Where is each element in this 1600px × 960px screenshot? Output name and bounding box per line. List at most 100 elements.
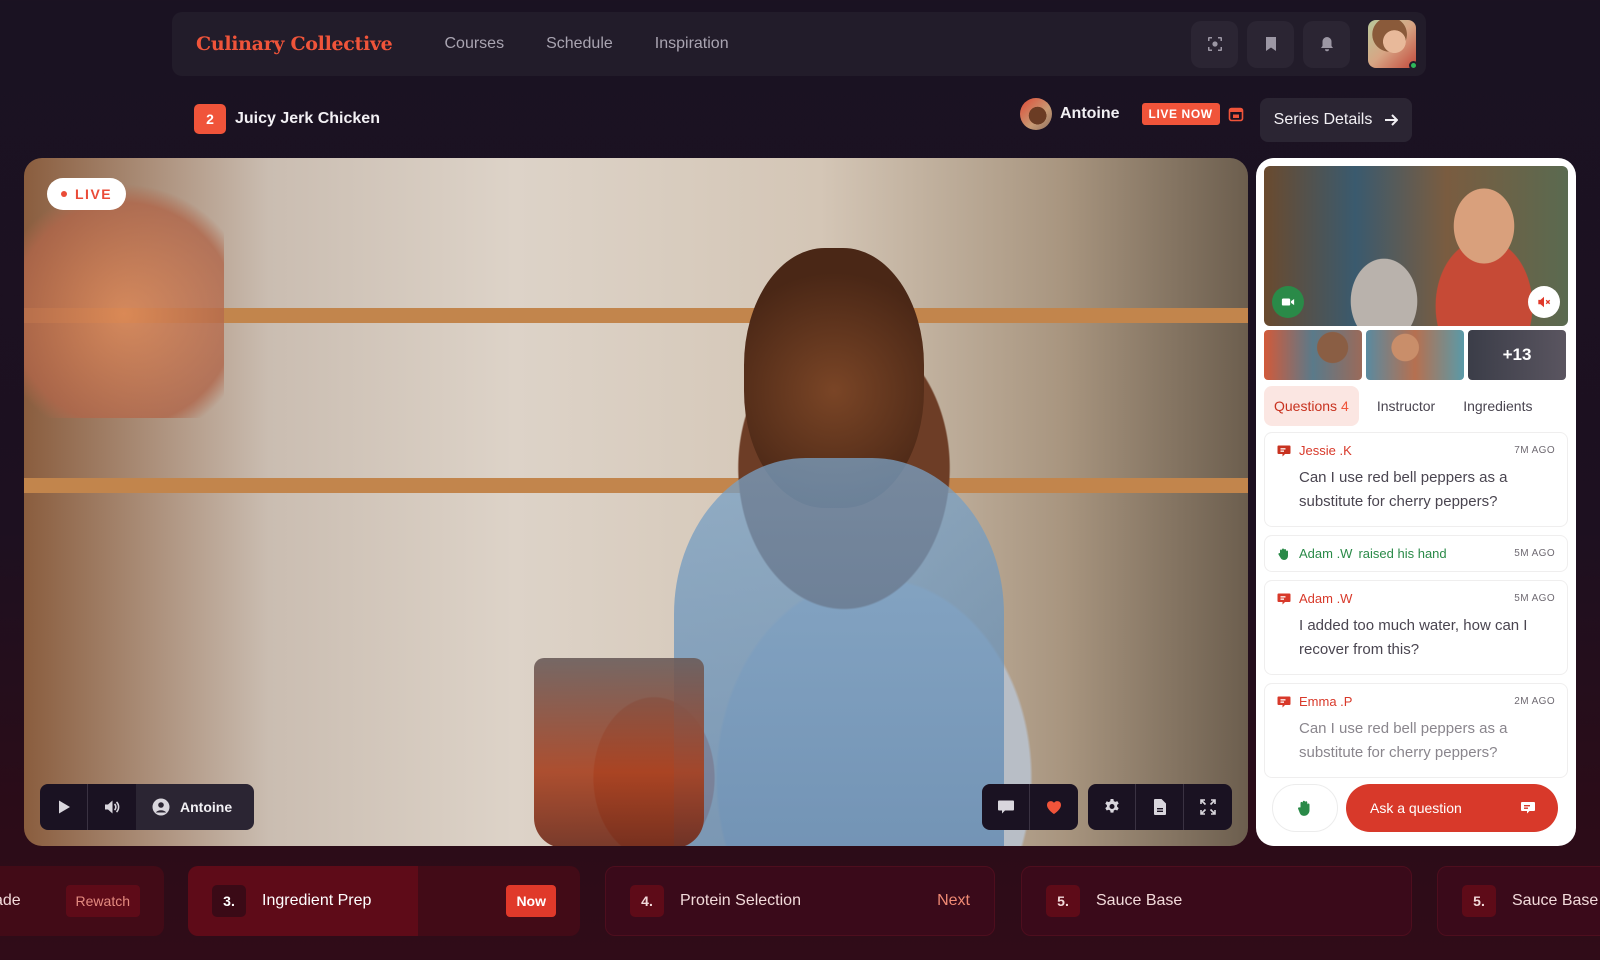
like-button[interactable] [1030, 784, 1078, 830]
mute-toggle-button[interactable] [1528, 286, 1560, 318]
presenter-chip[interactable]: Antoine [136, 784, 255, 830]
focus-icon [1207, 37, 1222, 51]
user-avatar[interactable] [1368, 20, 1418, 70]
step-label: Sauce Base [1096, 892, 1183, 909]
question-actions: Ask a question [1272, 784, 1558, 832]
question-time: 2M AGO [1514, 696, 1555, 707]
player-controls-left: Antoine [40, 784, 255, 830]
question-bubble-icon [1277, 696, 1291, 707]
brand-logo[interactable]: Culinary Collective [196, 33, 393, 55]
nav-links: Courses Schedule Inspiration [444, 35, 728, 53]
presenter-name: Antoine [180, 799, 233, 815]
notifications-button[interactable] [1303, 20, 1350, 68]
question-author: Emma .P [1299, 694, 1353, 709]
camera-toggle-button[interactable] [1272, 286, 1304, 318]
timeline-step-upcoming[interactable]: 5. Sauce Base [1021, 866, 1412, 936]
nav-link-inspiration[interactable]: Inspiration [655, 35, 729, 53]
volume-icon [105, 800, 120, 814]
live-now-badge: LIVE NOW [1141, 103, 1220, 125]
fullscreen-button[interactable] [1184, 784, 1232, 830]
question-time: 7M AGO [1514, 445, 1555, 456]
question-bubble-icon [1521, 802, 1535, 814]
video-blender [534, 658, 704, 846]
more-participants-count: +13 [1502, 345, 1532, 364]
live-indicator: LIVE [47, 178, 127, 210]
step-number: 5. [1046, 885, 1080, 917]
questions-list: Jessie .K 7M AGO Can I use red bell pepp… [1264, 432, 1568, 786]
episode-title: Juicy Jerk Chicken [235, 110, 380, 127]
question-text: Can I use red bell peppers as a substitu… [1299, 720, 1508, 761]
lesson-timeline: Marinade Rewatch 3. Ingredient Prep Now … [0, 866, 1600, 936]
rewatch-button[interactable]: Rewatch [65, 885, 140, 917]
top-navigation: Culinary Collective Courses Schedule Ins… [172, 12, 1426, 76]
ask-question-label: Ask a question [1370, 800, 1462, 816]
live-dot-icon [61, 191, 67, 197]
timeline-step-upcoming[interactable]: 5. Sauce Base [1437, 866, 1600, 936]
chat-button[interactable] [982, 784, 1030, 830]
muted-speaker-icon [1538, 296, 1551, 308]
timeline-step-completed[interactable]: Marinade Rewatch [0, 866, 164, 936]
settings-button[interactable] [1088, 784, 1136, 830]
step-label: Sauce Base [1512, 892, 1599, 909]
heart-icon [1046, 801, 1062, 814]
next-badge: Next [937, 892, 970, 909]
chat-icon [997, 800, 1014, 814]
engagement-controls [982, 784, 1078, 830]
series-details-button[interactable]: Series Details [1260, 98, 1412, 142]
bell-icon [1320, 37, 1333, 52]
questions-count-badge: 4 [1341, 398, 1349, 414]
question-text: I added too much water, how can I recove… [1299, 617, 1528, 658]
step-label: Marinade [0, 892, 21, 909]
question-text: Can I use red bell peppers as a substitu… [1299, 469, 1508, 510]
now-badge: Now [506, 885, 556, 917]
question-item[interactable]: Emma .P 2M AGO Can I use red bell pepper… [1264, 683, 1568, 778]
settings-icon [1104, 799, 1119, 813]
notes-icon [1153, 799, 1166, 815]
step-number: 4. [630, 885, 664, 917]
hand-raise-time: 5M AGO [1514, 548, 1555, 559]
series-details-label: Series Details [1273, 111, 1373, 128]
user-circle-icon [152, 798, 170, 816]
step-label: Ingredient Prep [262, 892, 372, 909]
calendar-icon[interactable] [1228, 106, 1244, 122]
main-video-player[interactable]: LIVE Antoine [24, 158, 1248, 846]
nav-link-courses[interactable]: Courses [444, 35, 504, 53]
question-item[interactable]: Adam .W 5M AGO I added too much water, h… [1264, 580, 1568, 675]
notes-button[interactable] [1136, 784, 1184, 830]
ask-question-button[interactable]: Ask a question [1346, 784, 1558, 832]
question-item[interactable]: Jessie .K 7M AGO Can I use red bell pepp… [1264, 432, 1568, 527]
question-time: 5M AGO [1514, 593, 1555, 604]
host-name[interactable]: Antoine [1060, 105, 1120, 123]
side-panel: +13 Questions 4 Instructor Ingredients J… [1256, 158, 1576, 846]
hand-raise-author: Adam .W [1299, 546, 1353, 561]
tab-ingredients[interactable]: Ingredients [1453, 386, 1542, 426]
hand-raise-item[interactable]: Adam .W raised his hand 5M AGO [1264, 535, 1568, 572]
bookmark-button[interactable] [1247, 20, 1294, 68]
tab-questions[interactable]: Questions 4 [1264, 386, 1359, 426]
participant-thumbnail[interactable] [1264, 330, 1362, 380]
more-participants-button[interactable]: +13 [1468, 330, 1566, 380]
participant-thumbnail[interactable] [1366, 330, 1464, 380]
raised-hand-icon [1278, 548, 1288, 560]
timeline-step-current[interactable]: 3. Ingredient Prep Now [188, 866, 580, 936]
tab-instructor[interactable]: Instructor [1367, 386, 1445, 426]
host-avatar[interactable] [1020, 98, 1052, 130]
question-author: Adam .W [1299, 591, 1353, 606]
episode-number-badge: 2 [194, 104, 226, 134]
live-label: LIVE [75, 186, 113, 202]
video-camera-icon [1281, 298, 1295, 306]
participant-thumbnails: +13 [1264, 330, 1566, 380]
timeline-step-next[interactable]: 4. Protein Selection Next [605, 866, 995, 936]
tab-questions-label: Questions [1274, 398, 1338, 414]
online-status-indicator [1409, 61, 1418, 70]
hand-raise-action: raised his hand [1358, 546, 1447, 561]
focus-button[interactable] [1191, 20, 1238, 68]
volume-button[interactable] [88, 784, 136, 830]
participant-main-video[interactable] [1264, 166, 1568, 326]
nav-link-schedule[interactable]: Schedule [546, 35, 613, 53]
host-info: Antoine LIVE NOW [1020, 98, 1244, 130]
raise-hand-button[interactable] [1272, 784, 1338, 832]
episode-header: 2 Juicy Jerk Chicken [194, 104, 380, 134]
play-button[interactable] [40, 784, 88, 830]
arrow-right-icon [1385, 114, 1399, 126]
